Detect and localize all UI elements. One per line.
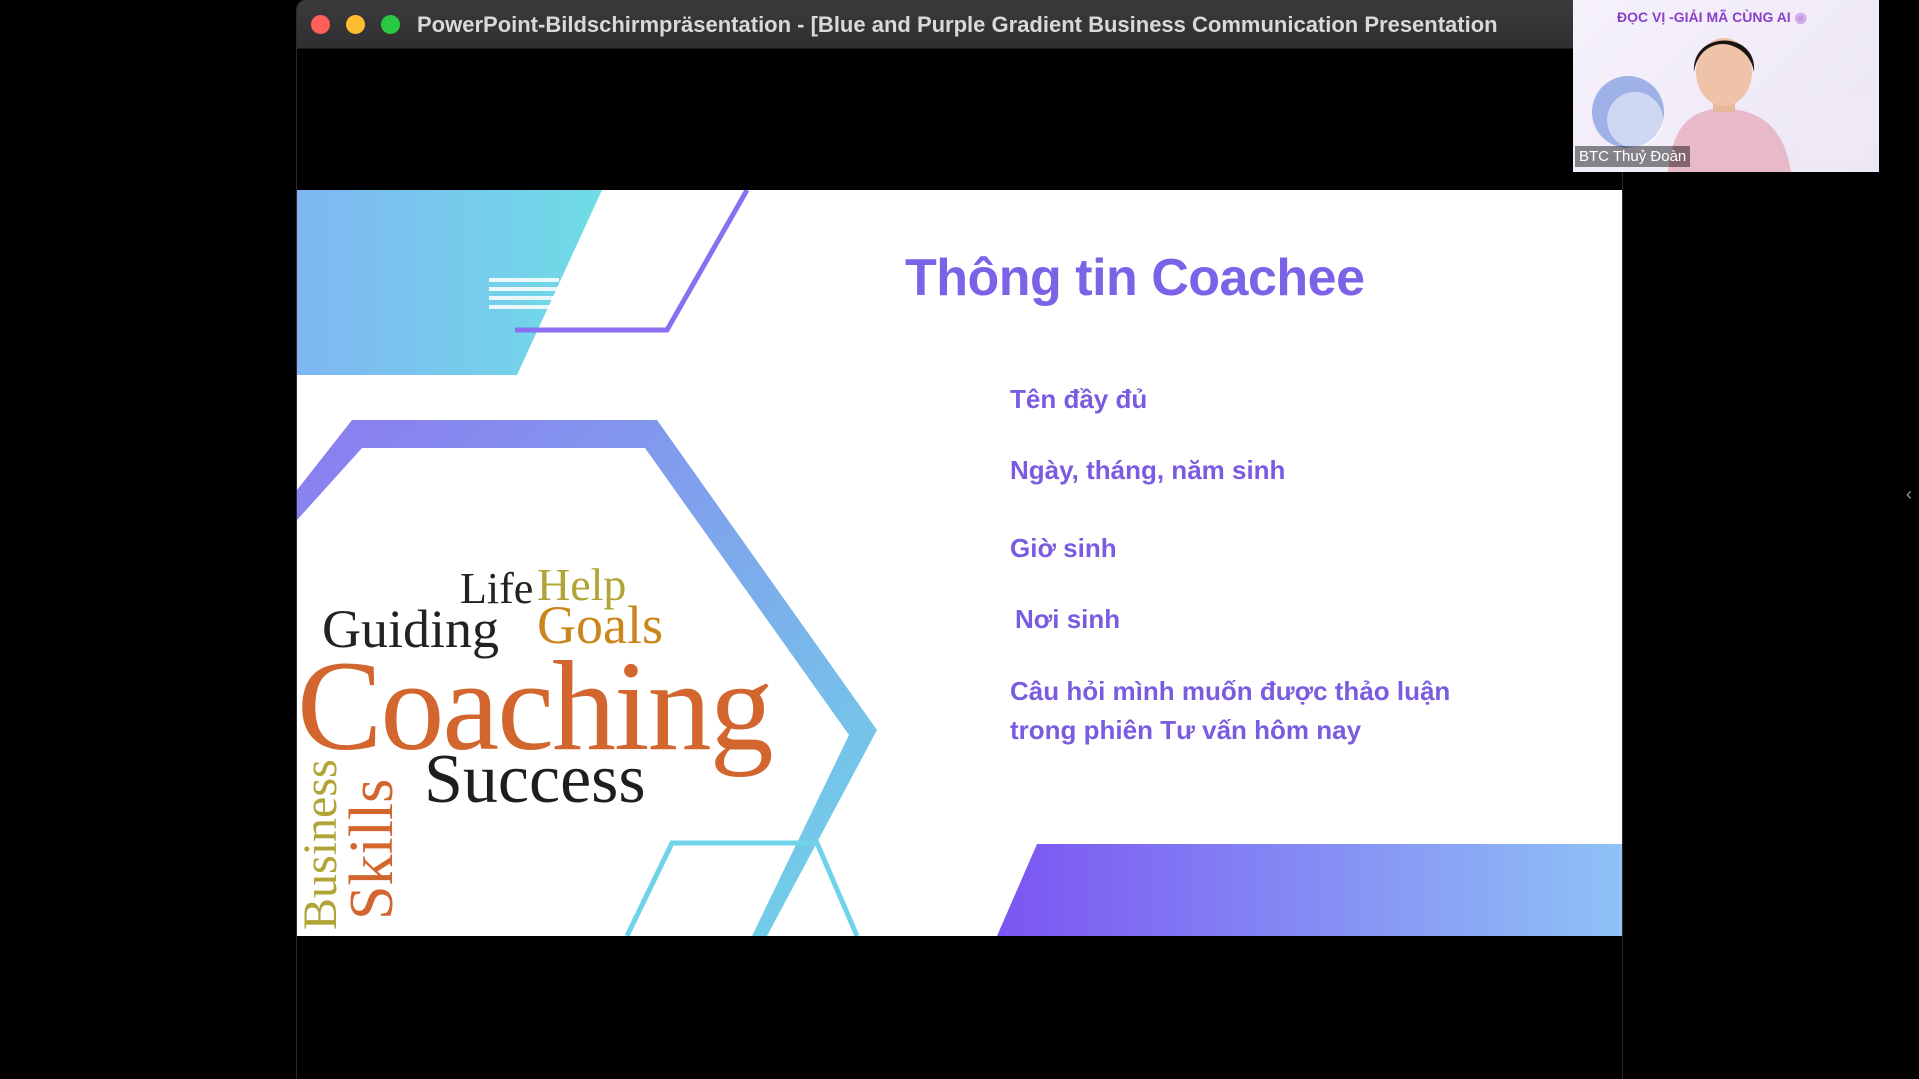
webcam-feed[interactable]: ĐỌC VỊ -GIẢI MÃ CÙNG AI ◉ BTC Thuỷ Đoàn xyxy=(1573,0,1879,172)
webcam-banner-text: ĐỌC VỊ -GIẢI MÃ CÙNG AI xyxy=(1617,9,1791,25)
info-item-full-name: Tên đầy đủ xyxy=(1010,384,1148,414)
location-pin-icon: ◉ xyxy=(1794,9,1807,25)
window-titlebar[interactable]: PowerPoint-Bildschirmpräsentation - [Blu… xyxy=(297,0,1622,49)
info-item-birth-place: Nơi sinh xyxy=(1015,604,1121,634)
top-left-hexagon xyxy=(297,190,602,375)
chevron-left-icon[interactable]: ‹ xyxy=(1906,484,1912,505)
participant-name: BTC Thuỷ Đoàn xyxy=(1575,146,1691,167)
window-title: PowerPoint-Bildschirmpräsentation - [Blu… xyxy=(417,12,1498,37)
minimize-window-button[interactable] xyxy=(346,15,365,34)
close-window-button[interactable] xyxy=(311,15,330,34)
webcam-banner: ĐỌC VỊ -GIẢI MÃ CÙNG AI ◉ xyxy=(1617,9,1807,26)
info-item-birth-time: Giờ sinh xyxy=(1010,533,1117,563)
presentation-window: PowerPoint-Bildschirmpräsentation - [Blu… xyxy=(297,0,1622,1079)
word-skills: Skills xyxy=(338,778,406,920)
info-item-question: Câu hỏi mình muốn được thảo luận trong p… xyxy=(1010,676,1451,745)
slide-title: Thông tin Coachee xyxy=(905,249,1365,307)
maximize-window-button[interactable] xyxy=(381,15,400,34)
presentation-slide[interactable]: Thông tin Coachee Tên đầy đủ Ngày, tháng… xyxy=(297,190,1622,936)
bottom-right-band xyxy=(997,844,1622,936)
word-success: Success xyxy=(424,741,646,818)
word-business: Business xyxy=(297,759,347,930)
info-item-birth-date: Ngày, tháng, năm sinh xyxy=(1010,455,1286,485)
